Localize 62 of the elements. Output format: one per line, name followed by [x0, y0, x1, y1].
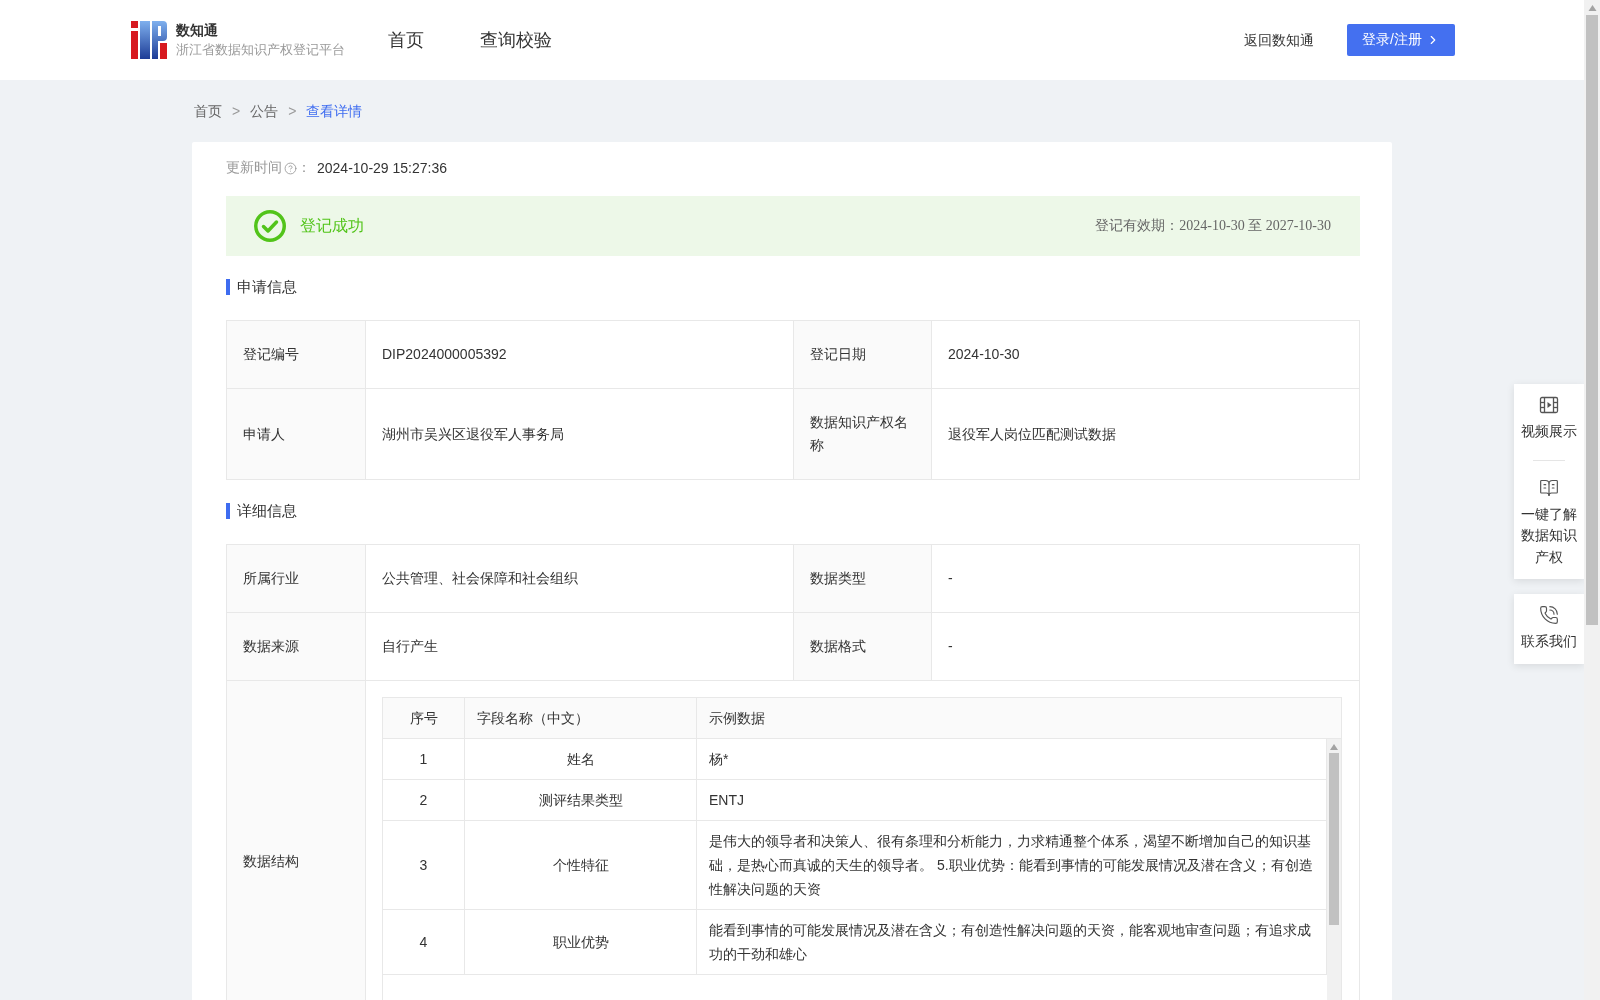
label-cell: 数据结构 — [227, 681, 366, 1000]
table-cell: 杨* — [696, 739, 1326, 779]
column-header: 序号 — [408, 709, 439, 728]
breadcrumb-separator: > — [288, 102, 297, 121]
breadcrumb-separator: > — [232, 102, 241, 121]
label-cell: 所属行业 — [227, 545, 366, 613]
label-cell: 数据知识产权名称 — [794, 389, 932, 480]
label-cell: 申请人 — [227, 389, 366, 480]
section-title: 详细信息 — [226, 503, 297, 519]
brand-title: 数知通 — [176, 21, 219, 39]
table-cell: 职业优势 — [464, 910, 696, 974]
value-cell: 2024-10-30 — [932, 321, 1360, 389]
scrollbar-thumb[interactable] — [1329, 753, 1339, 925]
update-time-separator: ： — [297, 159, 311, 177]
breadcrumb-link[interactable]: 公告 — [250, 101, 279, 121]
table-cell: ENTJ — [696, 780, 1326, 820]
scroll-up-arrow-icon[interactable] — [1587, 5, 1597, 11]
table-cell-text: 1 — [418, 750, 429, 769]
validity-label: 登记有效期： — [1095, 217, 1180, 235]
label-cell: 数据格式 — [794, 613, 932, 681]
status-label: 登记成功 — [300, 215, 364, 236]
logo-icon — [131, 21, 167, 59]
table-cell: 是伟大的领导者和决策人、很有条理和分析能力，力求精通整个体系，渴望不断增加自己的知识基础，是热心而真诚的天生的领导者。 5.职业优势：能看到事情的可能发展情况及潜在含义；有创造性解决问题的天资 — [696, 821, 1326, 909]
label-cell: 登记编号 — [227, 321, 366, 389]
breadcrumb-link[interactable]: 查看详情 — [306, 101, 363, 121]
label-cell: 数据类型 — [794, 545, 932, 613]
phone-icon — [1539, 605, 1559, 625]
film-icon — [1539, 395, 1559, 415]
help-icon[interactable] — [284, 161, 297, 175]
scrollbar-thumb[interactable] — [1586, 15, 1598, 625]
column-header: 示例数据 — [696, 698, 1341, 738]
table-cell-text: 4 — [418, 933, 429, 952]
back-link[interactable]: 返回数知通 — [1244, 30, 1314, 50]
page-scrollbar[interactable] — [1584, 0, 1600, 1000]
table-cell-text: 2 — [418, 791, 429, 810]
table-cell-text: 3 — [418, 856, 429, 875]
validity-value: 2024-10-30 至 2027-10-30 — [1179, 217, 1331, 235]
check-circle-icon — [254, 210, 286, 242]
book-icon — [1539, 477, 1559, 498]
video-button[interactable]: 视频展示 — [1520, 395, 1578, 443]
value-cell: - — [932, 613, 1360, 681]
table-cell: 能看到事情的可能发展情况及潜在含义；有创造性解决问题的天资，能客观地审查问题；有追求成功的干劲和雄心 — [696, 910, 1326, 974]
brand-subtitle: 浙江省数据知识产权登记平台 — [176, 41, 345, 59]
breadcrumb-link[interactable]: 首页 — [194, 101, 222, 121]
table-cell: 测评结果类型 — [464, 780, 696, 820]
table-cell: 个性特征 — [464, 821, 696, 909]
update-time-label: 更新时间 — [226, 159, 282, 177]
scroll-up-arrow-icon[interactable] — [1330, 744, 1338, 750]
update-time-value: 2024-10-29 15:27:36 — [317, 160, 447, 176]
section-title: 申请信息 — [226, 279, 297, 295]
table-scrollbar[interactable] — [1327, 739, 1341, 1000]
table-cell: 姓名 — [464, 739, 696, 779]
column-header: 字段名称（中文） — [464, 698, 696, 738]
nav-link[interactable]: 查询校验 — [480, 28, 552, 52]
guide-button[interactable]: 一键了解数据知识产权 — [1520, 477, 1578, 568]
label-cell: 数据来源 — [227, 613, 366, 681]
value-cell: 退役军人岗位匹配测试数据 — [932, 389, 1360, 480]
nav-link[interactable]: 首页 — [388, 28, 424, 52]
login-button[interactable]: 登录/注册 — [1347, 24, 1455, 56]
label-cell: 登记日期 — [794, 321, 932, 389]
contact-button[interactable]: 联系我们 — [1520, 605, 1578, 653]
value-cell: - — [932, 545, 1360, 613]
